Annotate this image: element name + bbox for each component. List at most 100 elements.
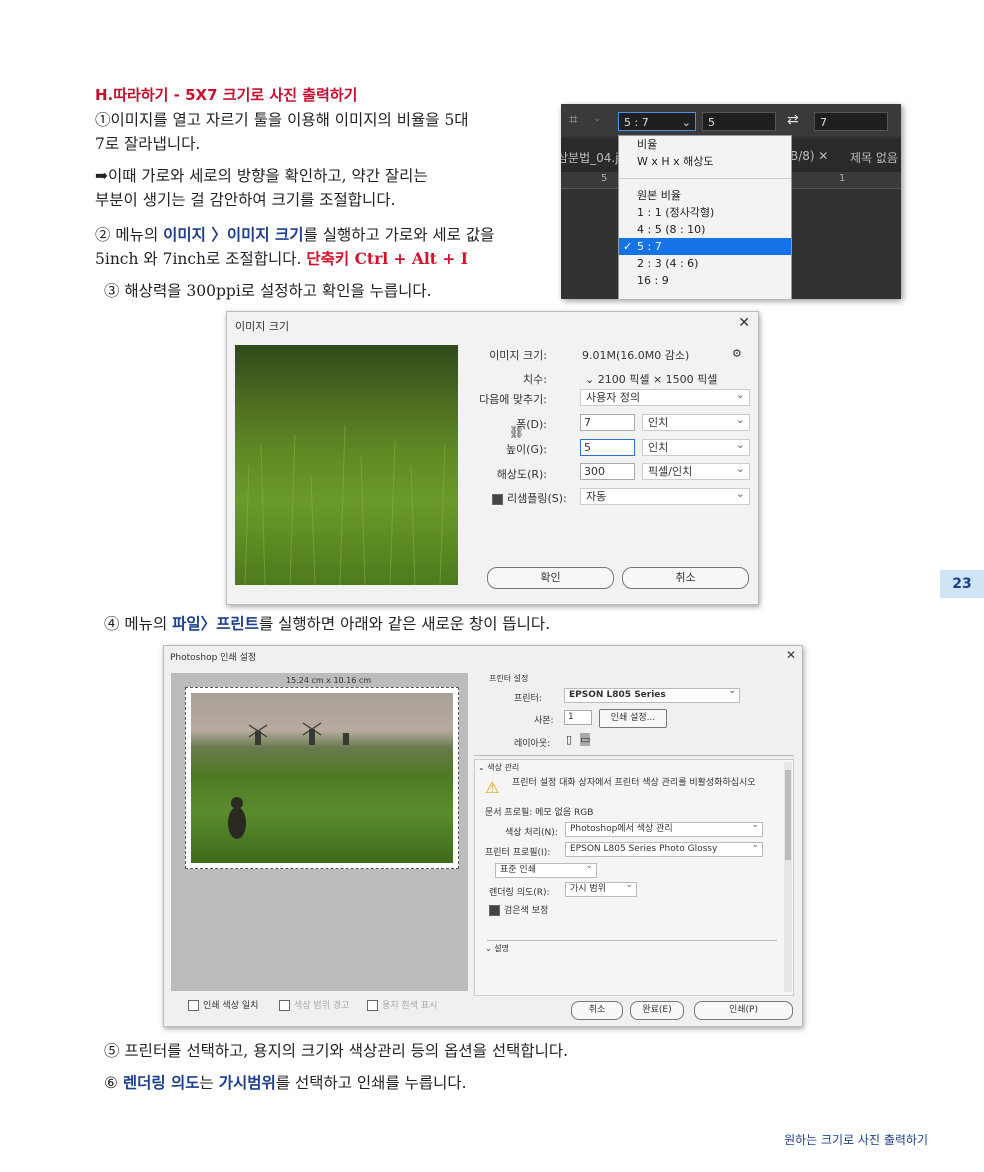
fit-to-select[interactable]: 사용자 정의 bbox=[580, 387, 750, 406]
copies-input[interactable]: 1 bbox=[564, 710, 592, 725]
image-size-dialog: 이미지 크기 ✕ 이미지 크기: 9.01M(16.0M0 감소) ⚙ 치수: … bbox=[226, 311, 759, 605]
ps-crop-toolbar-screenshot: ⌗ ⌄ 5 : 7 ⌄ 5 ⇄ 7 삼분법_04.j B/8) ✕ 제목 없음 5… bbox=[561, 104, 901, 299]
step-4-post: 를 실행하면 아래와 같은 새로운 창이 뜹니다. bbox=[258, 615, 551, 633]
step-1: ①이미지를 열고 자르기 툴을 이용해 이미지의 비율을 5대 7로 잘라냅니다… bbox=[95, 108, 550, 156]
page-footer: 원하는 크기로 사진 출력하기 bbox=[784, 1133, 928, 1147]
ruler-label-2: 1 bbox=[839, 173, 846, 184]
close-icon[interactable]: ✕ bbox=[786, 648, 796, 662]
print-settings-dialog: Photoshop 인쇄 설정 ✕ 15.24 cm x 10.16 cm 프린… bbox=[163, 645, 803, 1027]
match-print-colors-checkbox[interactable]: 인쇄 색상 일치 bbox=[188, 998, 258, 1011]
ok-button[interactable]: 확인 bbox=[487, 567, 614, 589]
portrait-icon[interactable]: ▯ bbox=[566, 733, 572, 746]
print-preview-photo bbox=[191, 693, 453, 863]
black-point-label: 검은색 보정 bbox=[504, 906, 549, 916]
ratio-dropdown-menu: 비율 W x H x 해상도원본 비율 1 : 1 (정사각형) 4 : 5 (8 :… bbox=[618, 135, 792, 299]
paper-white-label: 용지 흰색 표시 bbox=[382, 1001, 438, 1011]
image-size-label: 이미지 크기: bbox=[489, 349, 547, 362]
ratio-menu-item[interactable]: 4 : 5 (8 : 10) bbox=[619, 221, 791, 238]
scrollbar[interactable] bbox=[784, 762, 792, 992]
resample-select[interactable]: 자동 bbox=[580, 486, 750, 505]
width-unit-select[interactable]: 인치 bbox=[642, 412, 750, 431]
color-handling-label: 색상 처리(N): bbox=[505, 828, 558, 838]
ratio-menu-item[interactable]: 원본 비율 bbox=[619, 187, 791, 204]
resolution-unit-select[interactable]: 픽셀/인치 bbox=[642, 461, 750, 480]
layout-label: 레이아웃: bbox=[514, 739, 551, 749]
perceptual-term: 가시범위 bbox=[218, 1073, 276, 1092]
resample-checkbox[interactable]: 리샘플링(S): bbox=[492, 490, 567, 506]
gamut-warning-checkbox[interactable]: 색상 범위 경고 bbox=[279, 998, 349, 1011]
resolution-input[interactable]: 300 bbox=[580, 463, 635, 480]
tab-document-2[interactable]: B/8) ✕ bbox=[790, 149, 828, 163]
landscape-icon[interactable]: ▭ bbox=[580, 733, 591, 746]
crop-icon: ⌗ bbox=[569, 110, 578, 128]
warning-text: 프린터 설정 대화 상자에서 프린터 색상 관리를 비활성화하십시오 bbox=[512, 778, 756, 788]
ps-options-bar: ⌗ ⌄ 5 : 7 ⌄ 5 ⇄ 7 bbox=[561, 104, 901, 136]
height-input[interactable]: 5 bbox=[580, 439, 635, 456]
step-2-line-1: ② 메뉴의 이미지 〉이미지 크기를 실행하고 가로와 세로 값을 bbox=[95, 223, 555, 247]
step-2-line-2: 5inch 와 7inch로 조절합니다. 단축키 Ctrl + Alt + I bbox=[95, 247, 555, 271]
step-1-line-2: 7로 잘라냅니다. bbox=[95, 135, 201, 153]
description-heading[interactable]: ⌄ 설명 bbox=[485, 943, 509, 954]
ratio-select[interactable]: 5 : 7 ⌄ bbox=[618, 112, 696, 131]
color-management-heading[interactable]: ⌄ 색상 관리 bbox=[478, 762, 519, 773]
step-6-post: 를 선택하고 인쇄를 누릅니다. bbox=[275, 1074, 467, 1092]
match-print-colors-label: 인쇄 색상 일치 bbox=[203, 1001, 259, 1011]
step-3: ③ 해상력을 300ppi로 설정하고 확인을 누릅니다. bbox=[104, 282, 432, 300]
gamut-warning-label: 색상 범위 경고 bbox=[294, 1001, 350, 1011]
chevron-down-icon: ⌄ bbox=[593, 113, 602, 124]
gear-icon[interactable]: ⚙ bbox=[732, 347, 742, 360]
height-unit-select[interactable]: 인치 bbox=[642, 437, 750, 456]
print-button[interactable]: 인쇄(P) bbox=[694, 1001, 793, 1020]
fit-to-label: 다음에 맞추기: bbox=[479, 393, 547, 406]
print-settings-button[interactable]: 인쇄 설정... bbox=[599, 709, 667, 728]
step-5: ⑤ 프린터를 선택하고, 용지의 크기와 색상관리 등의 옵션을 선택합니다. bbox=[104, 1042, 569, 1060]
paper-sheet bbox=[185, 687, 459, 869]
printer-profile-select[interactable]: EPSON L805 Series Photo Glossy bbox=[565, 839, 763, 857]
print-preview-area: 15.24 cm x 10.16 cm bbox=[171, 673, 468, 991]
step-4-prefix: ④ 메뉴의 bbox=[104, 615, 173, 633]
step-2-prefix: ② 메뉴의 bbox=[95, 226, 164, 244]
step-6: ⑥ 렌더링 의도는 가시범위를 선택하고 인쇄를 누릅니다. bbox=[104, 1071, 467, 1095]
ratio-menu-item[interactable]: 2 : 3 (4 : 6) bbox=[619, 255, 791, 272]
width-label: 폭(D): bbox=[516, 418, 547, 431]
ratio-menu-item[interactable]: 비율 bbox=[619, 136, 791, 153]
menu-separator bbox=[619, 178, 791, 179]
printer-select[interactable]: EPSON L805 Series bbox=[564, 685, 740, 703]
width-input[interactable]: 7 bbox=[580, 414, 635, 431]
paper-white-checkbox[interactable]: 용지 흰색 표시 bbox=[367, 998, 437, 1011]
dialog-title: 이미지 크기 bbox=[235, 320, 290, 333]
ratio-menu-item[interactable]: 16 : 9 bbox=[619, 272, 791, 289]
close-icon[interactable]: ✕ bbox=[738, 315, 750, 331]
resample-label: 리샘플링(S): bbox=[507, 492, 567, 505]
ratio-menu-item[interactable]: W x H x 해상도 bbox=[619, 153, 791, 170]
tab-document-1[interactable]: 삼분법_04.j bbox=[561, 149, 619, 166]
printer-label: 프린터: bbox=[514, 694, 542, 704]
cancel-button[interactable]: 취소 bbox=[571, 1001, 623, 1020]
warning-icon: ⚠ bbox=[485, 778, 500, 797]
section-heading: H.따라하기 - 5X7 크기로 사진 출력하기 bbox=[95, 86, 358, 104]
windmill-scene bbox=[228, 722, 349, 839]
note: ➡이때 가로와 세로의 방향을 확인하고, 약간 잘리는 부분이 생기는 걸 감… bbox=[95, 164, 550, 212]
step-1-line-1: ①이미지를 열고 자르기 툴을 이용해 이미지의 비율을 5대 bbox=[95, 111, 469, 129]
swap-icon[interactable]: ⇄ bbox=[787, 112, 799, 128]
divider bbox=[487, 940, 777, 941]
tab-document-3[interactable]: 제목 없음 bbox=[850, 149, 898, 166]
crop-width-input[interactable]: 5 bbox=[702, 112, 776, 131]
document-profile: 문서 프로필: 메모 없음 RGB bbox=[485, 808, 594, 818]
color-handling-select[interactable]: Photoshop에서 색상 관리 bbox=[565, 819, 763, 837]
crop-height-input[interactable]: 7 bbox=[814, 112, 888, 131]
ratio-menu-item[interactable]: 5 : 7 ✓ bbox=[619, 238, 791, 255]
preview-image bbox=[235, 345, 458, 585]
step-6-prefix: ⑥ bbox=[104, 1074, 123, 1092]
rendering-intent-select[interactable]: 가시 범위 bbox=[565, 879, 637, 897]
rendering-intent-label: 렌더링 의도(R): bbox=[489, 888, 550, 898]
printer-profile-label: 프린터 프로필(I): bbox=[485, 848, 551, 858]
chevron-down-icon[interactable]: ⌄ bbox=[585, 373, 598, 386]
step-2-sizes: 5inch 와 7inch로 조절합니다. bbox=[95, 250, 307, 268]
printer-setup-heading: 프린터 설정 bbox=[489, 674, 529, 683]
ratio-menu-item[interactable]: 1 : 1 (정사각형) bbox=[619, 204, 791, 221]
cancel-button[interactable]: 취소 bbox=[622, 567, 749, 589]
black-point-checkbox[interactable]: 검은색 보정 bbox=[489, 903, 548, 916]
done-button[interactable]: 완료(E) bbox=[630, 1001, 684, 1020]
normal-printing-select[interactable]: 표준 인쇄 bbox=[495, 860, 597, 878]
